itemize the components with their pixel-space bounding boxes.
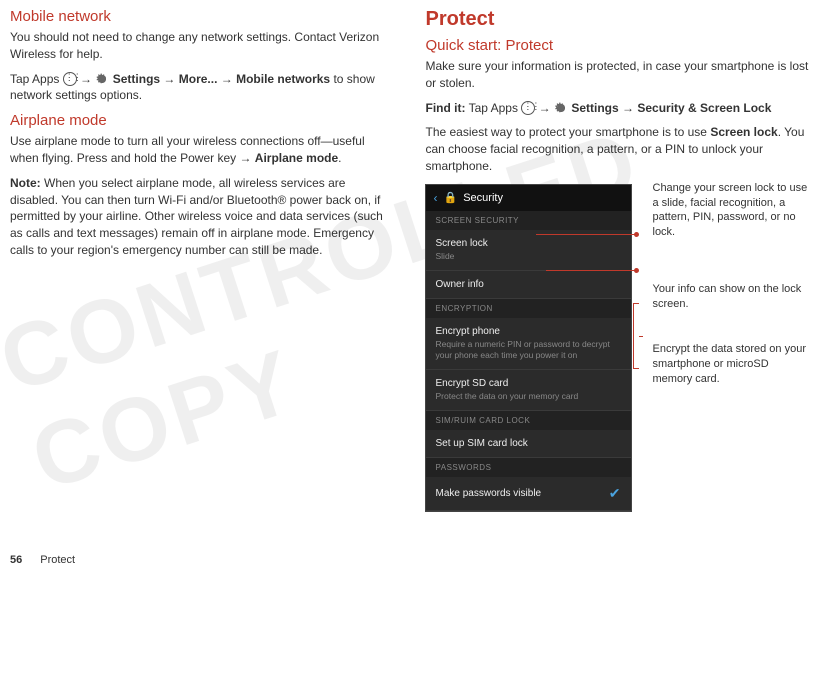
para-note: Note: When you select airplane mode, all… bbox=[10, 175, 396, 259]
para-easiest: The easiest way to protect your smartpho… bbox=[426, 124, 812, 174]
heading-quickstart: Quick start: Protect bbox=[426, 37, 812, 54]
row-encrypt-phone[interactable]: Encrypt phone Require a numeric PIN or p… bbox=[426, 318, 631, 370]
row-encrypt-sd[interactable]: Encrypt SD card Protect the data on your… bbox=[426, 370, 631, 411]
row-owner-info[interactable]: Owner info bbox=[426, 271, 631, 299]
heading-protect: Protect bbox=[426, 8, 812, 31]
note-label: Note: bbox=[10, 176, 41, 190]
footer-section: Protect bbox=[40, 554, 75, 566]
category-encryption: ENCRYPTION bbox=[426, 299, 631, 318]
find-it-label: Find it: bbox=[426, 101, 466, 115]
label-airplane-mode: Airplane mode bbox=[255, 151, 338, 165]
row-screen-lock[interactable]: Screen lock Slide bbox=[426, 230, 631, 271]
arrow-icon: → bbox=[160, 72, 179, 86]
para-tap-path: Tap Apps → Settings → More... → Mobile n… bbox=[10, 71, 396, 105]
apps-icon bbox=[63, 72, 77, 86]
heading-airplane: Airplane mode bbox=[10, 112, 396, 129]
text: Tap Apps bbox=[465, 101, 521, 115]
callout-encrypt: Encrypt the data stored on your smartpho… bbox=[643, 342, 812, 387]
arrow-icon: → bbox=[217, 72, 236, 86]
text: . bbox=[338, 151, 341, 165]
settings-icon bbox=[554, 101, 568, 115]
page-number: 56 bbox=[10, 554, 22, 566]
back-icon[interactable]: ‹ bbox=[434, 191, 438, 205]
label-security-screenlock: Security & Screen Lock bbox=[637, 101, 771, 115]
label-settings: Settings bbox=[113, 72, 160, 86]
label-more: More... bbox=[179, 72, 218, 86]
right-column: Protect Quick start: Protect Make sure y… bbox=[426, 8, 812, 511]
para-airplane: Use airplane mode to turn all your wirel… bbox=[10, 133, 396, 167]
callouts: Change your screen lock to use a slide, … bbox=[643, 185, 812, 417]
text: Tap Apps bbox=[10, 72, 63, 86]
row-sim-lock[interactable]: Set up SIM card lock bbox=[426, 430, 631, 458]
row-subtitle: Protect the data on your memory card bbox=[436, 391, 621, 402]
row-passwords-visible[interactable]: Make passwords visible ✔ bbox=[426, 477, 631, 511]
row-title: Encrypt phone bbox=[436, 326, 621, 337]
lock-icon: 🔒 bbox=[444, 191, 458, 204]
row-subtitle: Slide bbox=[436, 251, 621, 262]
heading-mobile-network: Mobile network bbox=[10, 8, 396, 25]
leader-line bbox=[546, 270, 636, 271]
label-mobile-networks: Mobile networks bbox=[236, 72, 330, 86]
page-footer: 56 Protect bbox=[10, 554, 75, 566]
arrow-icon: → bbox=[619, 101, 638, 115]
callout-ownerinfo: Your info can show on the lock screen. bbox=[643, 282, 812, 312]
row-title: Screen lock bbox=[436, 238, 621, 249]
row-title: Encrypt SD card bbox=[436, 378, 621, 389]
screenshot-and-callouts: ‹ 🔒 Security SCREEN SECURITY Screen lock… bbox=[426, 185, 812, 511]
check-icon[interactable]: ✔ bbox=[609, 485, 621, 502]
phone-header[interactable]: ‹ 🔒 Security bbox=[426, 185, 631, 211]
screen-title: Security bbox=[463, 192, 503, 204]
row-subtitle: Require a numeric PIN or password to dec… bbox=[436, 339, 621, 361]
para-protect-intro: Make sure your information is protected,… bbox=[426, 58, 812, 92]
label-settings: Settings bbox=[571, 101, 618, 115]
apps-icon bbox=[521, 101, 535, 115]
row-title: Set up SIM card lock bbox=[436, 438, 621, 449]
page-columns: Mobile network You should not need to ch… bbox=[0, 0, 821, 511]
callout-screenlock: Change your screen lock to use a slide, … bbox=[643, 181, 812, 240]
para-find-it: Find it: Tap Apps → Settings → Security … bbox=[426, 100, 812, 117]
category-screen-security: SCREEN SECURITY bbox=[426, 211, 631, 230]
leader-line bbox=[536, 234, 636, 235]
settings-icon bbox=[95, 72, 109, 86]
category-sim-lock: SIM/RUIM CARD LOCK bbox=[426, 411, 631, 430]
para-mobile-intro: You should not need to change any networ… bbox=[10, 29, 396, 63]
category-passwords: PASSWORDS bbox=[426, 458, 631, 477]
note-text: When you select airplane mode, all wirel… bbox=[10, 176, 383, 257]
left-column: Mobile network You should not need to ch… bbox=[10, 8, 396, 511]
leader-line bbox=[639, 336, 643, 337]
label-screen-lock: Screen lock bbox=[710, 125, 777, 139]
text: The easiest way to protect your smartpho… bbox=[426, 125, 711, 139]
row-title: Owner info bbox=[436, 279, 621, 290]
row-title: Make passwords visible bbox=[436, 488, 542, 499]
